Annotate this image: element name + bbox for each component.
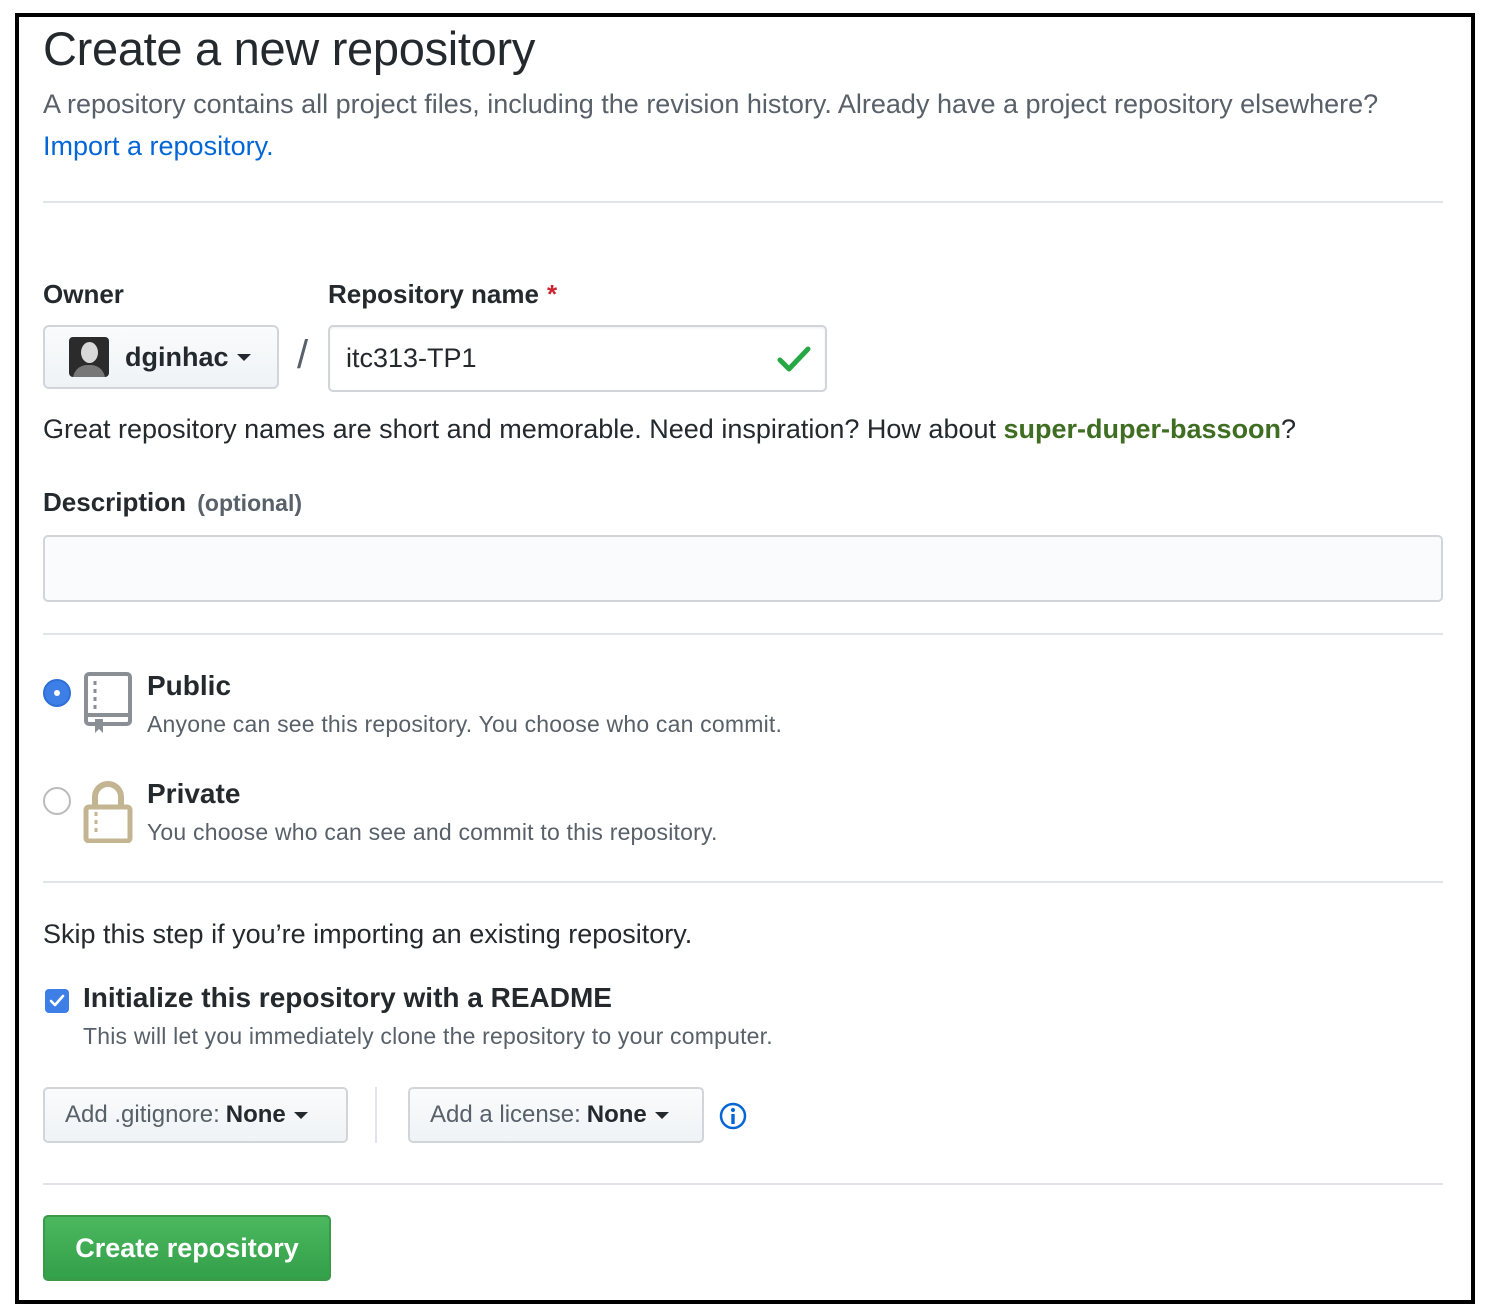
repository-name-label: Repository name * xyxy=(328,279,557,310)
license-dropdown[interactable]: Add a license: None xyxy=(408,1087,704,1143)
subtitle-text: A repository contains all project files,… xyxy=(43,89,1379,119)
description-label-text: Description xyxy=(43,487,187,517)
hint-text: Great repository names are short and mem… xyxy=(43,414,996,444)
owner-repo-separator: / xyxy=(297,333,309,377)
create-repository-button[interactable]: Create repository xyxy=(43,1215,331,1281)
skip-step-text: Skip this step if you’re importing an ex… xyxy=(43,919,693,949)
caret-down-icon xyxy=(236,353,251,361)
repository-name-input[interactable] xyxy=(328,325,827,392)
select-separator xyxy=(375,1087,377,1143)
license-value: None xyxy=(586,1101,647,1128)
page-subtitle: A repository contains all project files,… xyxy=(43,83,1403,167)
gitignore-value: None xyxy=(225,1101,286,1128)
readme-label[interactable]: Initialize this repository with a README xyxy=(83,982,612,1014)
public-radio[interactable] xyxy=(43,679,71,707)
divider xyxy=(43,633,1443,635)
private-radio[interactable] xyxy=(43,787,71,815)
optional-label: (optional) xyxy=(197,490,303,516)
readme-description: This will let you immediately clone the … xyxy=(83,1023,773,1049)
private-title: Private xyxy=(147,778,241,809)
caret-down-icon xyxy=(654,1111,669,1119)
owner-name: dginhac xyxy=(125,341,229,372)
page-frame: Create a new repository A repository con… xyxy=(15,13,1475,1304)
info-icon[interactable] xyxy=(719,1102,747,1130)
owner-dropdown[interactable]: dginhac xyxy=(43,325,279,389)
license-label: Add a license: xyxy=(430,1101,581,1128)
divider xyxy=(43,881,1443,883)
gitignore-label: Add .gitignore: xyxy=(65,1101,220,1128)
page-title: Create a new repository xyxy=(43,22,536,75)
public-description: Anyone can see this repository. You choo… xyxy=(147,711,783,737)
public-title: Public xyxy=(147,670,232,701)
repository-name-label-text: Repository name xyxy=(328,279,539,309)
name-suggestion[interactable]: super-duper-bassoon xyxy=(1004,414,1282,444)
hint-suffix: ? xyxy=(1281,414,1297,444)
repo-book-icon xyxy=(84,672,132,733)
divider xyxy=(43,1183,1443,1185)
checkbox-check-icon xyxy=(49,994,65,1007)
divider xyxy=(43,201,1443,203)
description-label: Description (optional) xyxy=(43,487,302,518)
import-repository-link[interactable]: Import a repository. xyxy=(43,131,274,161)
gitignore-dropdown[interactable]: Add .gitignore: None xyxy=(43,1087,348,1143)
required-mark: * xyxy=(546,279,558,309)
readme-checkbox[interactable] xyxy=(45,989,69,1013)
avatar xyxy=(69,337,109,377)
owner-label: Owner xyxy=(43,279,124,309)
caret-down-icon xyxy=(293,1111,308,1119)
description-input[interactable] xyxy=(43,535,1443,602)
check-icon xyxy=(777,346,811,372)
repository-name-hint: Great repository names are short and mem… xyxy=(43,414,1296,445)
private-description: You choose who can see and commit to thi… xyxy=(147,819,718,845)
lock-icon xyxy=(83,781,133,843)
